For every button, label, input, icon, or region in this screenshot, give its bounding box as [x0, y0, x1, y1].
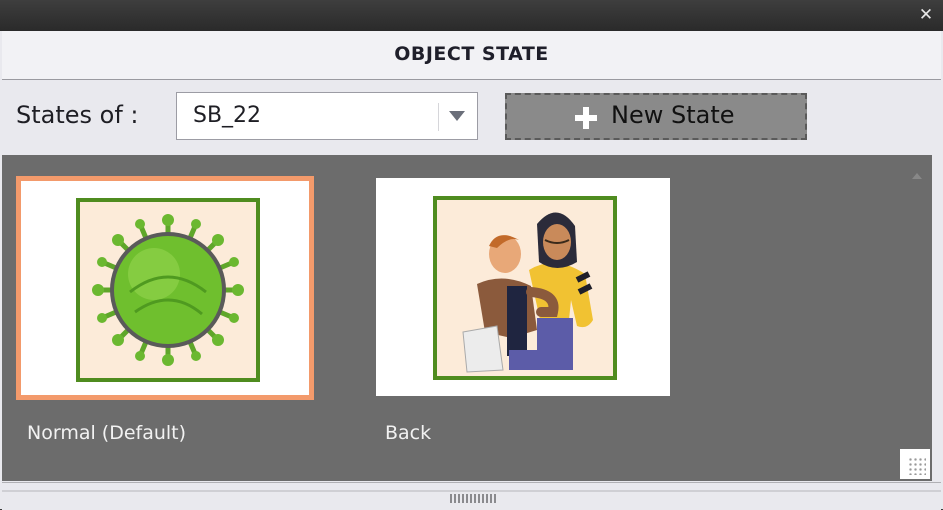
panel-title: OBJECT STATE	[394, 43, 549, 65]
state-card-normal[interactable]	[16, 176, 314, 400]
state-thumbnail-frame	[76, 198, 260, 382]
panel-header: OBJECT STATE	[2, 31, 941, 80]
resize-grip[interactable]	[900, 449, 930, 479]
divider	[2, 490, 941, 492]
scroll-up-icon[interactable]	[912, 173, 922, 179]
state-thumbnail-frame	[433, 196, 617, 380]
title-bar[interactable]: ✕	[0, 0, 943, 31]
object-state-panel: ✕ OBJECT STATE States of : SB_22 New Sta…	[0, 0, 943, 510]
states-select-value: SB_22	[193, 103, 262, 128]
states-select[interactable]: SB_22	[176, 92, 478, 140]
plus-icon	[575, 107, 597, 129]
states-of-label: States of :	[16, 101, 139, 129]
bottom-bar	[2, 482, 941, 510]
close-icon[interactable]: ✕	[917, 6, 935, 24]
new-state-button[interactable]: New State	[505, 93, 807, 140]
new-state-label: New State	[611, 101, 735, 129]
virus-illustration	[92, 214, 244, 366]
select-divider	[438, 103, 439, 131]
two-friends-illustration	[462, 212, 593, 373]
states-gallery: Normal (Default) Back	[2, 155, 932, 481]
drag-handle-icon[interactable]	[450, 494, 496, 503]
state-card-back[interactable]	[376, 178, 670, 396]
state-label-back: Back	[385, 422, 432, 444]
grip-dots-icon	[908, 457, 926, 475]
state-label-normal: Normal (Default)	[27, 422, 187, 444]
toolbar: States of : SB_22 New State	[2, 80, 941, 154]
chevron-down-icon[interactable]	[449, 111, 465, 121]
